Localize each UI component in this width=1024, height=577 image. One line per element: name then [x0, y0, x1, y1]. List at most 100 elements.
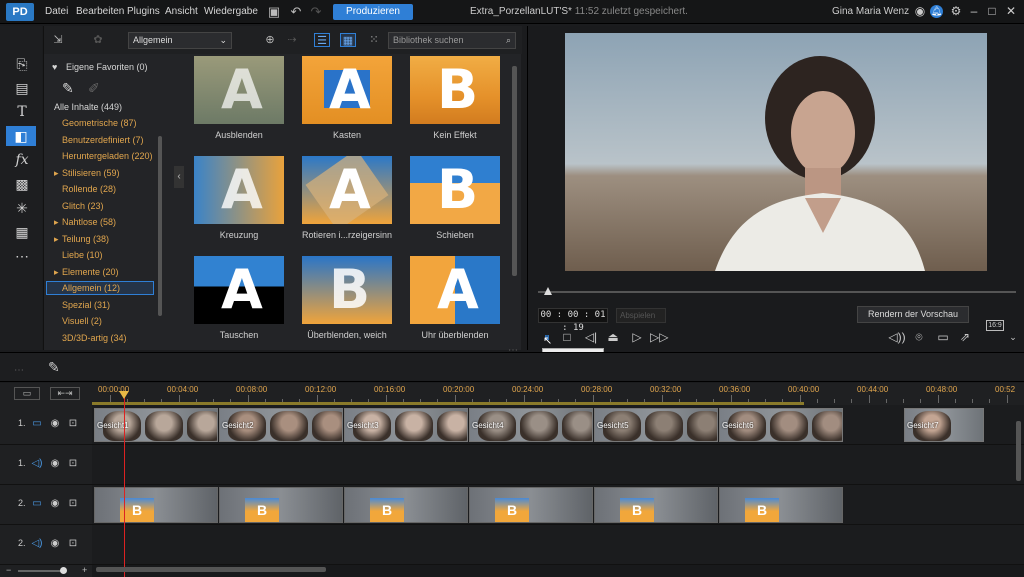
transition-clip[interactable]: B: [719, 487, 843, 523]
particle-room-icon[interactable]: ✳: [10, 198, 34, 218]
fx-room-icon[interactable]: fx: [10, 150, 34, 170]
preview-scrubber[interactable]: [538, 291, 1016, 293]
video-clip[interactable]: Gesicht1: [94, 408, 218, 442]
collapse-tree-icon[interactable]: ‹: [174, 166, 184, 188]
settings-gear-icon[interactable]: ⚙: [948, 3, 964, 19]
menu-wiedergabe[interactable]: Wiedergabe: [204, 6, 258, 17]
zoom-in-icon[interactable]: +: [82, 565, 87, 575]
video-room-icon[interactable]: ▤: [10, 78, 34, 98]
track-audio-1[interactable]: [92, 445, 1024, 485]
transition-clip[interactable]: B: [94, 487, 218, 523]
add-to-timeline-icon[interactable]: ⊕: [262, 33, 278, 47]
expand-arrow-icon[interactable]: ▸: [54, 234, 59, 245]
prev-frame-icon[interactable]: ◁|: [582, 329, 600, 345]
transition-clip[interactable]: B: [469, 487, 593, 523]
edit-pen-icon[interactable]: ✎: [48, 359, 60, 376]
favorites-item[interactable]: Eigene Favoriten (0): [66, 62, 148, 72]
audio-track-icon[interactable]: ◁): [30, 457, 44, 470]
subtitle-room-icon[interactable]: ▦: [10, 222, 34, 242]
notification-icon[interactable]: 🔔︎: [930, 5, 943, 18]
video-clip[interactable]: Gesicht7: [904, 408, 984, 442]
expand-arrow-icon[interactable]: ▸: [54, 168, 59, 179]
undo-icon[interactable]: ↶: [288, 4, 304, 20]
redo-icon[interactable]: ↷: [308, 4, 324, 20]
render-preview-button[interactable]: Rendern der Vorschau: [857, 306, 969, 323]
video-clip[interactable]: Gesicht5: [594, 408, 718, 442]
audio-track-icon[interactable]: ◁): [30, 537, 44, 550]
category-item[interactable]: Nahtlose (58): [62, 217, 116, 227]
track-video-1[interactable]: Gesicht1 Gesicht2 Gesicht3 Gesicht4 Gesicht5…: [92, 405, 1024, 445]
transition-thumbnail[interactable]: A: [194, 56, 284, 124]
category-item[interactable]: Visuell (2): [62, 316, 102, 326]
category-item[interactable]: Rollende (28): [62, 184, 116, 194]
transition-marker[interactable]: B: [120, 498, 154, 522]
menu-ansicht[interactable]: Ansicht: [165, 6, 198, 17]
zoom-out-icon[interactable]: −: [6, 565, 11, 575]
video-track-icon[interactable]: ▭: [30, 497, 44, 510]
library-search-input[interactable]: Bibliothek suchen ⌕: [388, 32, 516, 49]
transition-thumbnail[interactable]: A: [194, 156, 284, 224]
lock-icon[interactable]: ⊡: [66, 537, 80, 550]
plugin-icon[interactable]: ✿: [90, 33, 106, 47]
timecode-display[interactable]: 00 : 00 : 01 : 19: [538, 308, 608, 333]
video-clip[interactable]: Gesicht4: [469, 408, 593, 442]
transition-marker[interactable]: B: [620, 498, 654, 522]
menu-bearbeiten[interactable]: Bearbeiten: [76, 6, 124, 17]
category-item[interactable]: Allgemein (12): [62, 283, 120, 293]
category-item[interactable]: Benutzerdefiniert (7): [62, 135, 144, 145]
transition-label[interactable]: Rotieren i...rzeigersinn: [292, 230, 402, 240]
menu-datei[interactable]: Datei: [45, 6, 68, 17]
tree-scrollbar[interactable]: [158, 136, 162, 316]
scrubber-handle[interactable]: [544, 287, 552, 295]
small-grid-icon[interactable]: ⁙: [366, 33, 382, 47]
snapshot-frame-icon[interactable]: ⏏: [604, 329, 622, 345]
eye-icon[interactable]: ◉: [48, 497, 62, 510]
menu-plugins[interactable]: Plugins: [127, 6, 160, 17]
media-room-icon[interactable]: ⎘: [10, 54, 34, 74]
category-item[interactable]: Liebe (10): [62, 250, 103, 260]
video-clip[interactable]: Gesicht3: [344, 408, 468, 442]
import-icon[interactable]: ⇲: [50, 33, 66, 47]
zoom-slider-handle[interactable]: [60, 567, 67, 574]
track-audio-2[interactable]: [92, 525, 1024, 565]
transition-label[interactable]: Ausblenden: [184, 130, 294, 140]
category-item[interactable]: Teilung (38): [62, 234, 109, 244]
transition-marker[interactable]: B: [245, 498, 279, 522]
transition-label[interactable]: Uhr überblenden: [400, 330, 510, 340]
track-manager-icon[interactable]: ▭: [14, 387, 40, 400]
maximize-icon[interactable]: □: [984, 3, 1000, 19]
expand-arrow-icon[interactable]: ▸: [54, 217, 59, 228]
category-item[interactable]: Geometrische (87): [62, 118, 137, 128]
all-content-item[interactable]: Alle Inhalte (449): [54, 102, 122, 112]
eye-icon[interactable]: ◉: [48, 537, 62, 550]
transition-label[interactable]: Kein Effekt: [400, 130, 510, 140]
video-track-icon[interactable]: ▭: [30, 417, 44, 430]
expand-arrow-icon[interactable]: ▸: [54, 267, 59, 278]
save-icon[interactable]: ▣: [266, 4, 282, 20]
pip-room-icon[interactable]: ▩: [10, 174, 34, 194]
playhead-line[interactable]: [124, 393, 125, 577]
list-view-icon[interactable]: ☰: [314, 33, 330, 47]
transition-thumbnail[interactable]: A: [302, 156, 392, 224]
close-icon[interactable]: ✕: [1003, 3, 1019, 19]
category-item[interactable]: Spezial (31): [62, 300, 110, 310]
transition-label[interactable]: Überblenden, weich: [292, 330, 402, 340]
account-icon[interactable]: ◉: [912, 3, 928, 19]
fit-timeline-icon[interactable]: ⇤⇥: [50, 387, 80, 400]
splitter-handle-icon[interactable]: ⋯: [508, 345, 518, 356]
eye-icon[interactable]: ◉: [48, 457, 62, 470]
playback-mode-dropdown[interactable]: Abspielen: [616, 308, 666, 323]
timeline-vscroll[interactable]: [1016, 421, 1021, 481]
transition-clip[interactable]: B: [344, 487, 468, 523]
camera-snapshot-icon[interactable]: ⌾: [910, 329, 928, 345]
transition-label[interactable]: Schieben: [400, 230, 510, 240]
transition-thumbnail[interactable]: A: [302, 56, 392, 124]
category-item[interactable]: Heruntergeladen (220): [62, 151, 153, 161]
transition-thumbnail[interactable]: A: [194, 256, 284, 324]
transition-thumbnail[interactable]: A: [410, 256, 500, 324]
transition-marker[interactable]: B: [370, 498, 404, 522]
transition-thumbnail[interactable]: B: [410, 156, 500, 224]
zoom-slider[interactable]: [18, 570, 66, 572]
aspect-ratio-selector[interactable]: 16:9: [986, 320, 1004, 331]
category-item[interactable]: Elemente (20): [62, 267, 119, 277]
